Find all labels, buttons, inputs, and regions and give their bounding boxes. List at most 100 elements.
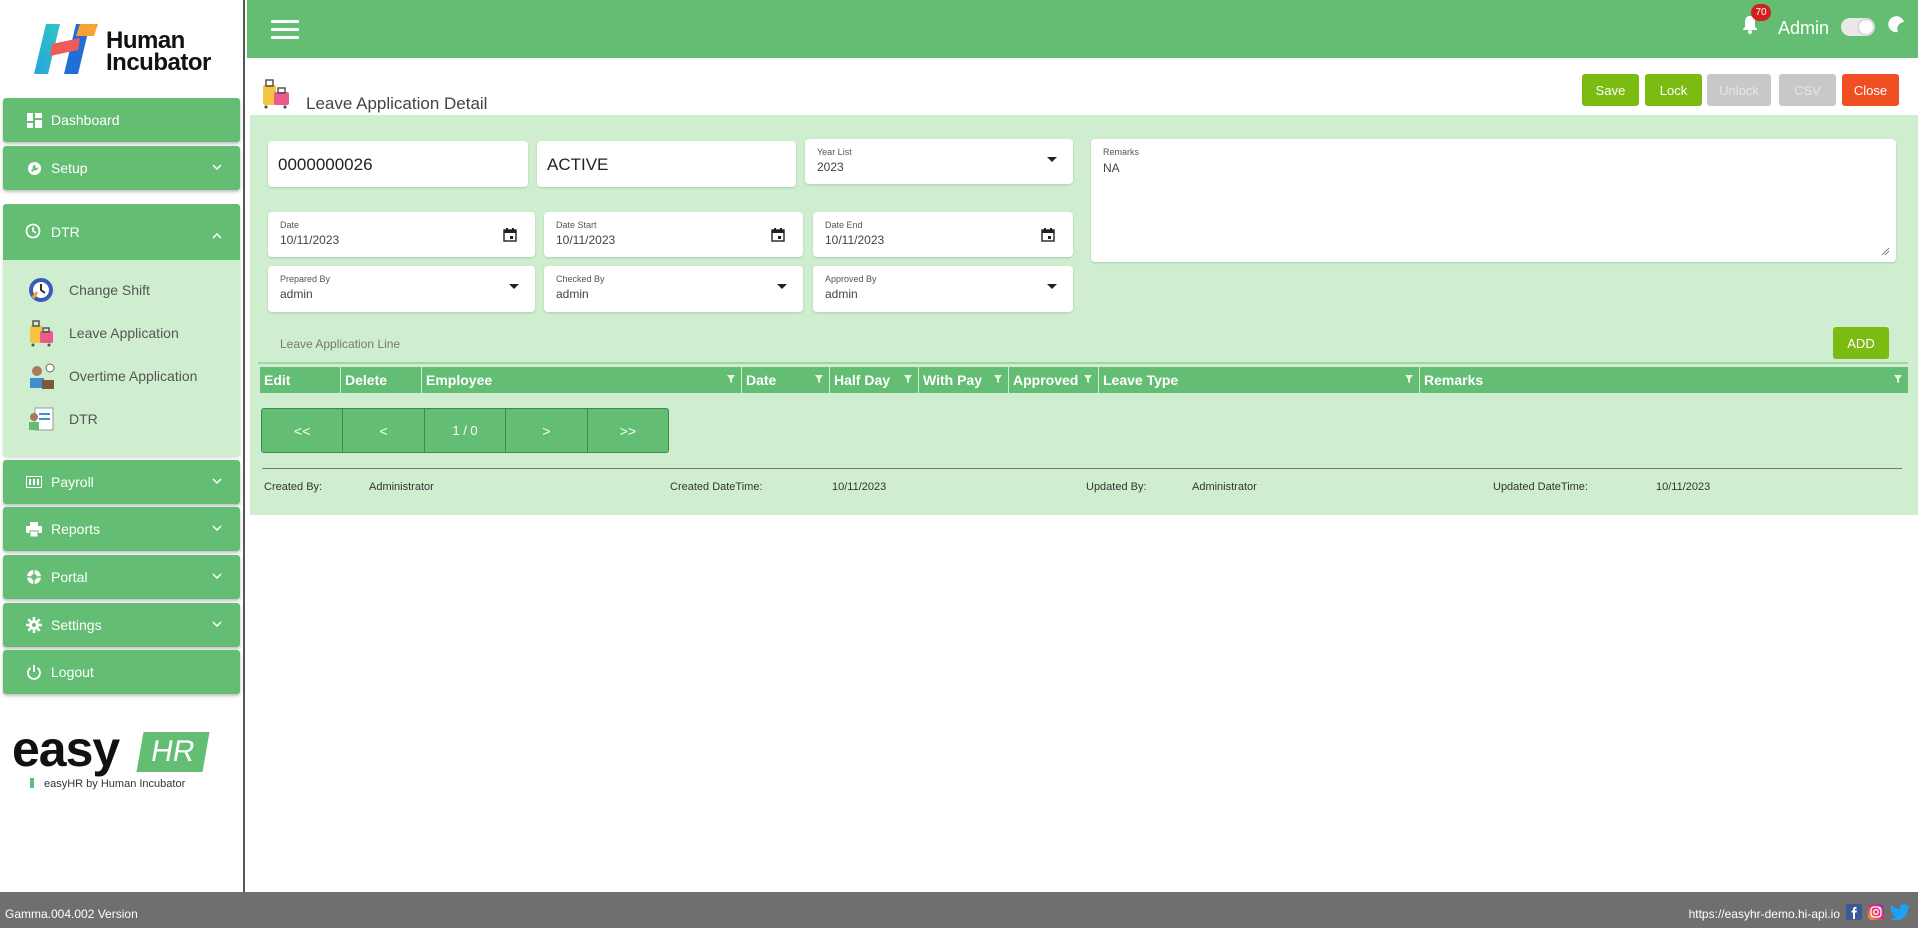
checked-by-label: Checked By [556,274,605,284]
moon-icon[interactable] [1887,15,1905,33]
created-by-value: Administrator [369,481,434,493]
filter-icon[interactable] [904,375,912,383]
sidebar-item-dashboard[interactable]: Dashboard [3,98,240,142]
document-number-field[interactable]: 0000000026 [268,141,528,187]
add-line-button[interactable]: ADD [1833,327,1889,359]
grid-header: Edit Delete Employee Date Half Day With … [260,367,1908,393]
column-label: Delete [345,372,388,388]
dtr-card-icon [27,405,55,433]
unlock-button[interactable]: Unlock [1707,74,1771,106]
change-shift-icon [27,276,55,304]
approved-by-value: admin [825,287,858,301]
save-button[interactable]: Save [1582,74,1639,106]
sidebar-item-label: Dashboard [51,112,120,128]
year-list-select[interactable]: Year List 2023 [805,139,1073,184]
remarks-textarea[interactable]: Remarks NA [1091,139,1896,262]
sidebar-subitem-change-shift[interactable]: Change Shift [27,275,150,305]
sidebar-item-reports[interactable]: Reports [3,507,240,551]
sidebar: Human Incubator Dashboard Setup DTR Chan… [0,0,245,892]
chevron-up-icon [212,226,222,242]
logo-text: Human Incubator [106,27,211,76]
remarks-label: Remarks [1103,147,1140,157]
easyhr-tagline: easyHR by Human Incubator [30,778,185,790]
csv-button[interactable]: CSV [1779,74,1836,106]
twitter-icon[interactable] [1890,904,1910,920]
status-field[interactable]: ACTIVE [537,141,796,187]
resize-handle-icon[interactable] [1881,247,1890,256]
sidebar-item-setup[interactable]: Setup [3,146,240,190]
prev-page-button[interactable]: < [343,409,425,452]
hr-box: HR [136,732,210,772]
clock-icon [25,223,43,241]
column-header-employee[interactable]: Employee [422,367,742,393]
date-end-label: Date End [825,220,863,230]
sidebar-item-logout[interactable]: Logout [3,650,240,694]
lock-button[interactable]: Lock [1645,74,1702,106]
topbar: 70 Admin [247,0,1918,58]
updated-by-label: Updated By: [1086,481,1147,493]
date-end-field[interactable]: Date End 10/11/2023 [813,212,1073,257]
logo-mark-icon [34,24,98,74]
dropdown-caret-icon [777,284,787,289]
column-label: Edit [264,372,291,388]
page-info: 1 / 0 [425,409,507,452]
remarks-value: NA [1103,161,1120,175]
filter-icon[interactable] [1405,375,1413,383]
user-name[interactable]: Admin [1778,18,1829,39]
close-button[interactable]: Close [1842,74,1899,106]
column-header-approved[interactable]: Approved [1009,367,1099,393]
date-start-field[interactable]: Date Start 10/11/2023 [544,212,803,257]
filter-icon[interactable] [815,375,823,383]
calendar-icon[interactable] [1041,228,1055,242]
sidebar-item-settings[interactable]: Settings [3,603,240,647]
sidebar-item-label: Portal [51,569,88,585]
prepared-by-select[interactable]: Prepared By admin [268,266,535,312]
facebook-icon[interactable] [1846,904,1862,920]
column-header-date[interactable]: Date [742,367,830,393]
filter-icon[interactable] [1894,375,1902,383]
prepared-by-value: admin [280,287,313,301]
site-url-link[interactable]: https://easyhr-demo.hi-api.io [1689,907,1840,921]
pager: << < 1 / 0 > >> [261,408,669,453]
column-label: Employee [426,372,493,388]
date-field[interactable]: Date 10/11/2023 [268,212,535,257]
column-label: Leave Type [1103,372,1179,388]
date-label: Date [280,220,300,230]
first-page-button[interactable]: << [262,409,344,452]
date-start-label: Date Start [556,220,597,230]
next-page-button[interactable]: > [506,409,588,452]
sidebar-item-dtr[interactable]: DTR [3,204,240,260]
column-header-edit[interactable]: Edit [260,367,341,393]
column-header-remarks[interactable]: Remarks [1420,367,1908,393]
created-by-label: Created By: [264,481,323,493]
approved-by-select[interactable]: Approved By admin [813,266,1073,312]
column-header-delete[interactable]: Delete [341,367,422,393]
column-header-leave-type[interactable]: Leave Type [1099,367,1420,393]
instagram-icon[interactable] [1868,904,1884,920]
column-label: With Pay [923,372,982,388]
sidebar-subitem-leave-application[interactable]: Leave Application [27,318,179,348]
last-page-button[interactable]: >> [588,409,668,452]
filter-icon[interactable] [1084,375,1092,383]
dropdown-caret-icon [509,284,519,289]
date-start-value: 10/11/2023 [556,233,616,247]
human-incubator-logo[interactable]: Human Incubator [32,24,222,80]
filter-icon[interactable] [727,375,735,383]
section-label: Leave Application Line [280,337,401,351]
calendar-icon[interactable] [503,228,517,242]
sidebar-item-payroll[interactable]: Payroll [3,460,240,504]
date-value: 10/11/2023 [280,233,340,247]
year-list-label: Year List [817,147,852,157]
sidebar-subitem-overtime-application[interactable]: Overtime Application [27,361,197,391]
checked-by-select[interactable]: Checked By admin [544,266,803,312]
calendar-icon[interactable] [771,228,785,242]
hamburger-menu-icon[interactable] [271,20,299,40]
sidebar-subitem-dtr[interactable]: DTR [27,404,98,434]
sidebar-item-portal[interactable]: Portal [3,555,240,599]
easy-word: easy [12,721,120,777]
column-header-with-pay[interactable]: With Pay [919,367,1009,393]
theme-toggle[interactable] [1841,18,1875,36]
chevron-down-icon [212,474,222,488]
column-header-half-day[interactable]: Half Day [830,367,919,393]
filter-icon[interactable] [994,375,1002,383]
